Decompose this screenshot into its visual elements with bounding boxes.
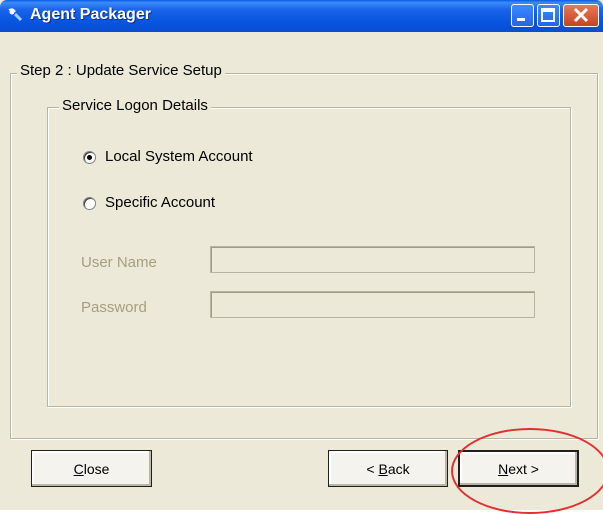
local-system-account-radio[interactable] — [83, 151, 96, 164]
close-accel: C — [73, 460, 84, 477]
back-button[interactable]: < Back — [328, 450, 448, 487]
radio-selected-dot — [87, 155, 92, 160]
password-field[interactable] — [210, 291, 535, 318]
user-name-field[interactable] — [210, 246, 535, 273]
back-prefix: < — [366, 460, 379, 477]
local-system-account-label[interactable]: Local System Account — [105, 148, 253, 165]
window-title: Agent Packager — [30, 6, 151, 23]
specific-account-label[interactable]: Specific Account — [105, 194, 215, 211]
maximize-button[interactable] — [537, 4, 560, 27]
minimize-icon — [517, 18, 525, 21]
next-button-highlight-annotation — [451, 428, 603, 514]
back-label: ack — [387, 460, 410, 477]
specific-account-radio[interactable] — [83, 197, 96, 210]
maximize-icon — [541, 8, 555, 22]
minimize-button[interactable] — [511, 4, 534, 27]
step-group-label: Step 2 : Update Service Setup — [17, 62, 225, 79]
close-window-button[interactable] — [563, 4, 599, 27]
password-label: Password — [81, 299, 147, 316]
service-logon-group-label: Service Logon Details — [59, 97, 211, 114]
agent-packager-window: Agent Packager Step 2 : Update Service S… — [0, 0, 603, 514]
close-icon — [573, 7, 589, 23]
app-icon — [8, 8, 23, 22]
back-accel: B — [378, 460, 388, 477]
close-label: lose — [83, 460, 110, 477]
close-button[interactable]: Close — [31, 450, 152, 487]
user-name-label: User Name — [81, 254, 157, 271]
title-bar[interactable]: Agent Packager — [0, 0, 603, 32]
